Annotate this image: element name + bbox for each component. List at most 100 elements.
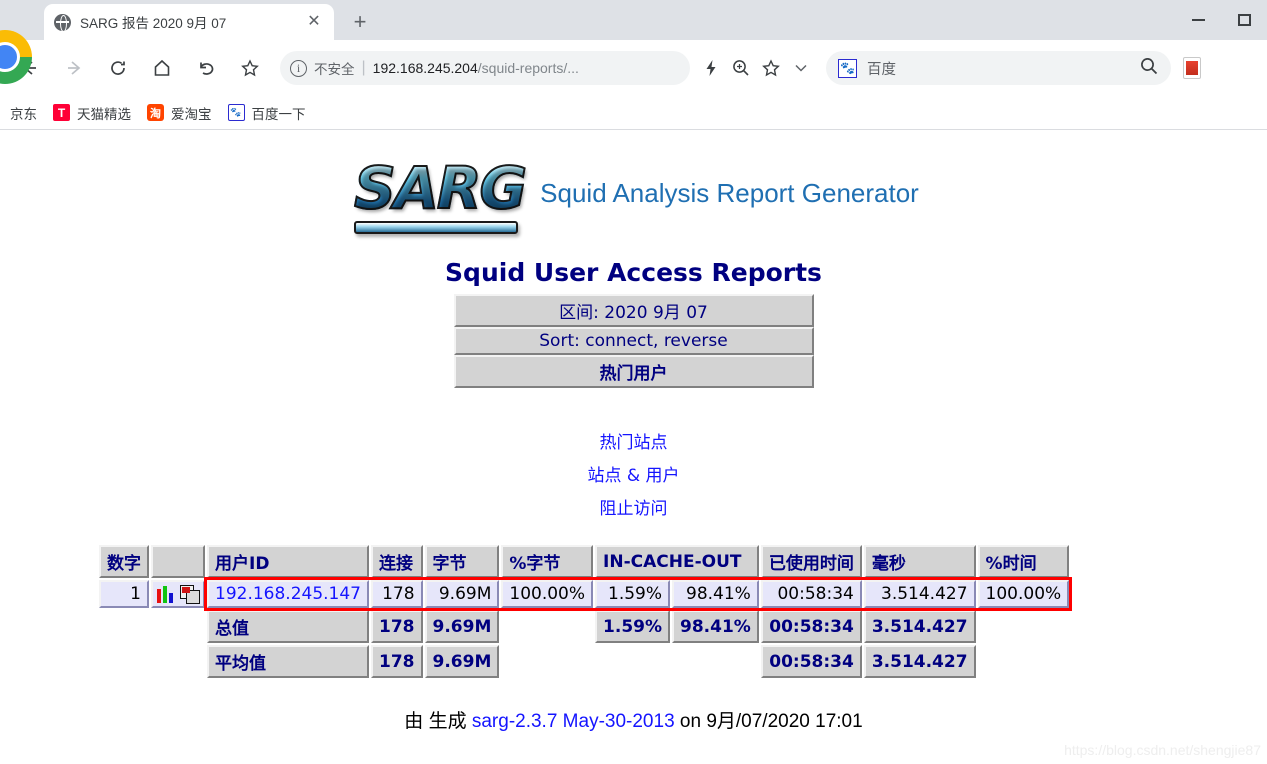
total-blank-icons xyxy=(151,610,205,643)
total-bytes: 9.69M xyxy=(424,610,500,643)
chevron-down-icon[interactable] xyxy=(786,53,816,83)
avg-millisec: 3.514.427 xyxy=(863,645,976,678)
total-connect: 178 xyxy=(371,610,423,643)
info-row: 区间: 2020 9月 07 xyxy=(453,294,814,327)
col-pct-time: %时间 xyxy=(977,545,1070,578)
bookmark-jd[interactable]: 京东 xyxy=(0,103,37,123)
info-topusers: 热门用户 xyxy=(453,355,814,388)
cell-elapsed: 00:58:34 xyxy=(760,580,862,608)
total-millisec: 3.514.427 xyxy=(863,610,976,643)
table-row: 1 192.168.245.147 178 9.69M 100.00% 1.59… xyxy=(99,580,1070,608)
col-userid: 用户ID xyxy=(207,545,370,578)
reload-icon xyxy=(111,61,125,75)
url-path: /squid-reports/... xyxy=(477,60,579,76)
search-input[interactable]: 百度 xyxy=(867,58,1139,79)
star-icon xyxy=(241,59,259,77)
avg-connect: 178 xyxy=(371,645,423,678)
close-icon[interactable]: ✕ xyxy=(304,12,324,32)
cell-in-cache: 1.59% xyxy=(595,580,671,608)
zoom-icon[interactable] xyxy=(726,53,756,83)
home-button[interactable] xyxy=(145,51,179,85)
omnibox-separator: | xyxy=(361,59,366,76)
tab-strip: SARG 报告 2020 9月 07 ✕ + xyxy=(0,0,1267,84)
globe-icon xyxy=(54,13,71,31)
footer-prefix: 由 生成 xyxy=(404,711,472,732)
avg-pct-time xyxy=(978,645,1070,678)
col-pct-bytes: %字节 xyxy=(501,545,594,578)
baidu-icon xyxy=(227,104,245,121)
search-box[interactable]: 🐾 百度 xyxy=(826,51,1171,85)
tab-title: SARG 报告 2020 9月 07 xyxy=(80,16,227,31)
avg-pct-bytes xyxy=(501,645,593,678)
bookmark-page-button[interactable] xyxy=(233,51,267,85)
address-bar[interactable]: i 不安全 | 192.168.245.204/squid-reports/..… xyxy=(280,51,690,85)
bookmark-taobao[interactable]: 爱淘宝 xyxy=(147,103,212,123)
minimize-icon xyxy=(1191,19,1205,21)
col-num: 数字 xyxy=(99,545,149,578)
bookmark-label: 京东 xyxy=(10,106,37,122)
jd-icon xyxy=(0,104,3,121)
sarg-logo-text: SARG xyxy=(353,153,528,223)
total-elapsed: 00:58:34 xyxy=(760,610,862,643)
report-subtitle: Squid Analysis Report Generator xyxy=(540,177,919,208)
history-back-button[interactable] xyxy=(189,51,223,85)
col-icons xyxy=(151,545,205,578)
pdf-extension-icon[interactable] xyxy=(1177,53,1207,83)
cell-pct-bytes: 100.00% xyxy=(501,580,594,608)
lightning-icon[interactable] xyxy=(696,53,726,83)
site-info-icon[interactable]: i xyxy=(290,59,307,77)
link-sites-users[interactable]: 站点 & 用户 xyxy=(0,461,1267,486)
col-elapsed: 已使用时间 xyxy=(760,545,862,578)
total-in-cache: 1.59% xyxy=(595,610,671,643)
link-denied-access[interactable]: 阻止访问 xyxy=(0,494,1267,519)
table-total-row: 总值 178 9.69M 1.59% 98.41% 00:58:34 3.514… xyxy=(99,610,1069,643)
table-average-row: 平均值 178 9.69M 00:58:34 3.514.427 xyxy=(99,645,1069,678)
new-tab-button[interactable]: + xyxy=(346,8,374,36)
link-top-sites[interactable]: 热门站点 xyxy=(0,428,1267,453)
cell-cache-out: 98.41% xyxy=(672,580,759,608)
search-icon[interactable] xyxy=(1139,56,1159,81)
reload-button[interactable] xyxy=(101,51,135,85)
bookmark-label: 百度一下 xyxy=(251,106,306,122)
report-info-table: 区间: 2020 9月 07 Sort: connect, reverse 热门… xyxy=(453,294,814,388)
footer-version-link[interactable]: sarg-2.3.7 May-30-2013 xyxy=(472,711,675,732)
bookmark-tmall[interactable]: 天猫精选 xyxy=(53,103,131,123)
forward-button[interactable] xyxy=(57,51,91,85)
browser-window: SARG 报告 2020 9月 07 ✕ + i 不安全 | 192.168.2… xyxy=(0,0,1267,764)
watermark: https://blog.csdn.net/shengjie87 xyxy=(1064,742,1261,758)
avg-blank-icons xyxy=(151,645,205,678)
tmall-icon xyxy=(53,104,70,121)
report-footer: 由 生成 sarg-2.3.7 May-30-2013 on 9月/07/202… xyxy=(0,706,1267,733)
baidu-paw-icon: 🐾 xyxy=(838,58,857,78)
avg-blank-num xyxy=(99,645,149,678)
total-pct-bytes xyxy=(501,610,593,643)
page-content: SARG Squid Analysis Report Generator Squ… xyxy=(0,130,1267,764)
avg-elapsed: 00:58:34 xyxy=(760,645,862,678)
report-table-wrapper: 数字 用户ID 连接 字节 %字节 IN-CACHE-OUT 已使用时间 毫秒 … xyxy=(0,543,1267,680)
cell-userid[interactable]: 192.168.245.147 xyxy=(207,580,370,608)
security-label: 不安全 xyxy=(314,62,355,77)
bar-chart-icon[interactable] xyxy=(156,585,176,603)
download-report-icon[interactable] xyxy=(180,585,200,604)
total-blank-num xyxy=(99,610,149,643)
browser-tab[interactable]: SARG 报告 2020 9月 07 ✕ xyxy=(44,4,334,40)
report-logo-row: SARG Squid Analysis Report Generator xyxy=(0,130,1267,240)
total-cache-out: 98.41% xyxy=(672,610,759,643)
cell-bytes: 9.69M xyxy=(424,580,500,608)
bookmark-baidu[interactable]: 百度一下 xyxy=(227,103,306,123)
star-icon[interactable] xyxy=(756,53,786,83)
bookmarks-bar: 京东 天猫精选 爱淘宝 百度一下 xyxy=(0,96,1267,130)
info-row: Sort: connect, reverse xyxy=(453,327,814,355)
undo-icon xyxy=(200,62,214,75)
report-links: 热门站点 站点 & 用户 阻止访问 xyxy=(0,428,1267,519)
info-sort: Sort: connect, reverse xyxy=(453,327,814,355)
maximize-button[interactable] xyxy=(1221,0,1267,40)
footer-suffix: on 9月/07/2020 17:01 xyxy=(674,711,863,732)
sarg-logo: SARG xyxy=(348,146,528,240)
report-table: 数字 用户ID 连接 字节 %字节 IN-CACHE-OUT 已使用时间 毫秒 … xyxy=(97,543,1071,680)
info-row: 热门用户 xyxy=(453,355,814,388)
col-millisec: 毫秒 xyxy=(863,545,976,578)
table-header-row: 数字 用户ID 连接 字节 %字节 IN-CACHE-OUT 已使用时间 毫秒 … xyxy=(99,545,1070,578)
forward-arrow-icon xyxy=(68,61,81,75)
minimize-button[interactable] xyxy=(1175,0,1221,40)
